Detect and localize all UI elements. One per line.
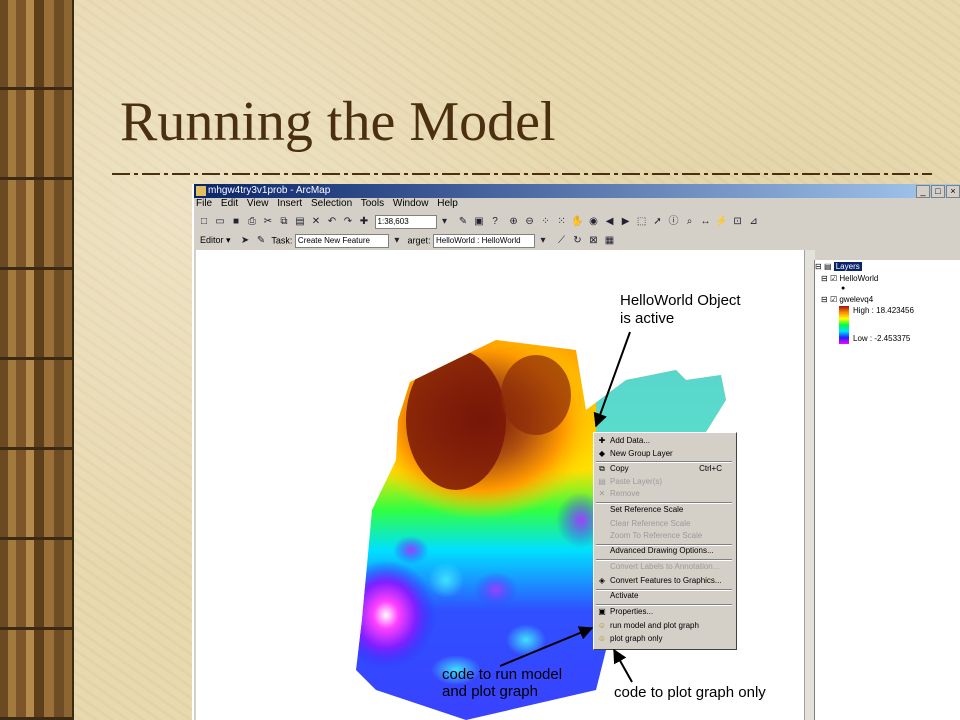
arrow-to-helloworld bbox=[593, 331, 631, 428]
annotation-arrows bbox=[499, 331, 633, 683]
arrow-to-plot-graph bbox=[613, 648, 633, 683]
arrow-to-run-model bbox=[499, 626, 594, 667]
